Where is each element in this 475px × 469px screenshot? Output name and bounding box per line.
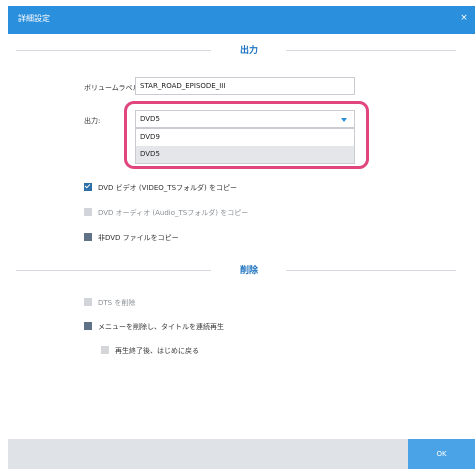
output-dropdown-list: DVD9 DVD5 bbox=[135, 128, 355, 164]
checkbox-unchecked[interactable] bbox=[101, 346, 109, 354]
divider-line bbox=[286, 270, 456, 271]
window-title: 詳細設定 bbox=[18, 14, 50, 23]
volume-label-input[interactable]: STAR_ROAD_EPISODE_III bbox=[135, 77, 355, 95]
chevron-down-icon bbox=[341, 118, 347, 122]
title-bar: 詳細設定 × bbox=[8, 6, 475, 34]
remove-dts-label: DTS を削除 bbox=[98, 299, 136, 307]
divider-line bbox=[286, 50, 456, 51]
copy-non-dvd-label: 非DVD ファイルをコピー bbox=[98, 234, 179, 242]
output-select-value: DVD5 bbox=[140, 115, 160, 123]
output-select[interactable]: DVD5 bbox=[135, 110, 355, 128]
dialog-footer bbox=[8, 439, 475, 469]
output-option-dvd9[interactable]: DVD9 bbox=[136, 129, 354, 146]
checkbox[interactable] bbox=[84, 233, 92, 241]
checkbox[interactable] bbox=[84, 322, 92, 330]
return-to-start-label: 再生終了後、はじめに戻る bbox=[115, 347, 199, 355]
copy-audio-ts-label: DVD オーディオ (Audio_TSフォルダ) をコピー bbox=[98, 209, 249, 217]
output-label: 出力: bbox=[84, 117, 101, 125]
volume-label: ボリュームラベル: bbox=[84, 84, 142, 92]
checkbox-disabled[interactable] bbox=[84, 298, 92, 306]
output-option-dvd5[interactable]: DVD5 bbox=[136, 146, 354, 163]
delete-section-heading: 削除 bbox=[16, 263, 456, 277]
close-icon[interactable]: × bbox=[459, 13, 469, 23]
checkbox-checked[interactable] bbox=[84, 183, 92, 191]
ok-button[interactable]: OK bbox=[408, 439, 475, 469]
remove-menu-label: メニューを削除し、タイトルを連続再生 bbox=[98, 323, 224, 331]
output-heading: 出力 bbox=[240, 46, 259, 56]
divider-line bbox=[16, 50, 211, 51]
copy-video-ts-label: DVD ビデオ (VIDEO_TSフォルダ) をコピー bbox=[98, 184, 237, 192]
output-section-heading: 出力 bbox=[16, 43, 456, 57]
delete-heading: 削除 bbox=[240, 266, 259, 276]
checkbox-disabled[interactable] bbox=[84, 208, 92, 216]
divider-line bbox=[16, 270, 211, 271]
